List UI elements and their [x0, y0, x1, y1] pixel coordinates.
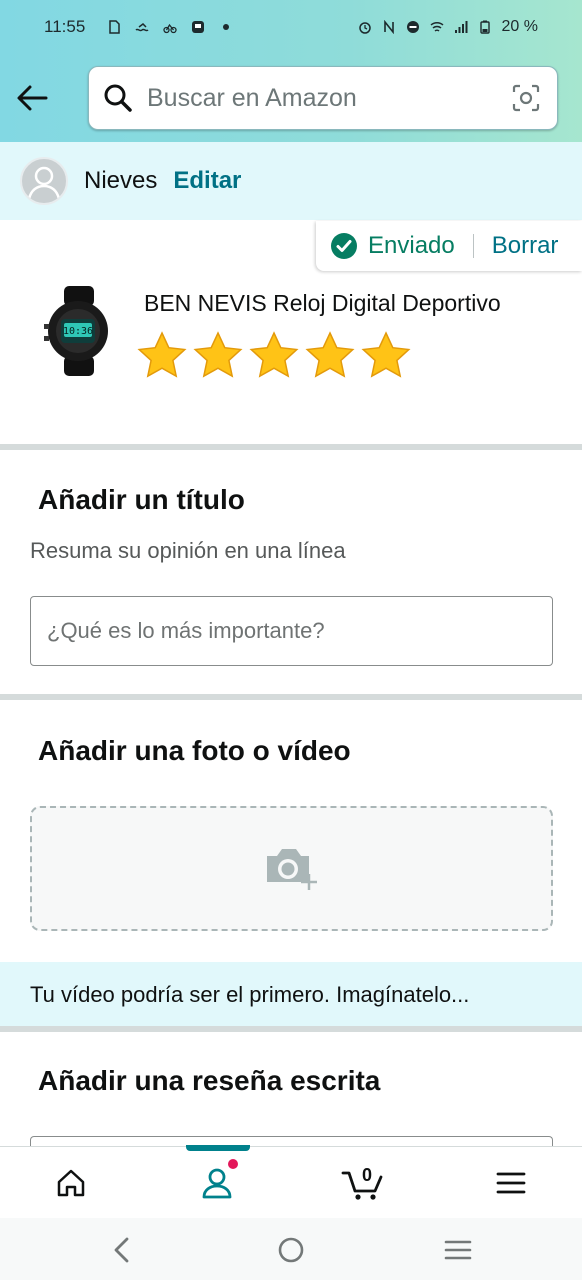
star-rating[interactable] [136, 330, 412, 382]
title-section-subheading: Resuma su opinión en una línea [30, 538, 346, 563]
star-icon[interactable] [360, 330, 412, 382]
system-navigation-bar [0, 1218, 582, 1280]
review-section-heading: Añadir una reseña escrita [38, 1065, 381, 1096]
sim-icon [109, 20, 121, 34]
search-placeholder: Buscar en Amazon [147, 83, 357, 112]
avatar[interactable] [20, 157, 68, 205]
back-button[interactable] [14, 80, 50, 116]
bottom-navigation: 0 [0, 1145, 582, 1219]
svg-text:10:36: 10:36 [63, 326, 93, 337]
battery-icon [479, 20, 490, 34]
signal-icon [454, 21, 468, 33]
back-arrow-icon [17, 85, 48, 111]
dnd-icon [406, 21, 419, 33]
profile-name: Nieves [84, 167, 158, 194]
system-home-icon[interactable] [275, 1234, 307, 1266]
app-icon [192, 21, 205, 33]
search-icon [104, 84, 132, 112]
review-title-placeholder: ¿Qué es lo más importante? [47, 618, 325, 643]
product-summary: 10:36 BEN NEVIS Reloj Digital Deportivo [0, 280, 582, 444]
nfc-icon [383, 20, 394, 34]
nav-profile[interactable] [172, 1147, 262, 1219]
profile-icon [202, 1168, 232, 1199]
divider [472, 234, 474, 258]
check-circle-icon [331, 233, 357, 259]
star-icon[interactable] [248, 330, 300, 382]
sent-status: Enviado [368, 232, 455, 259]
edit-profile-link[interactable]: Editar [173, 167, 241, 195]
search-row: Buscar en Amazon [0, 66, 582, 130]
status-tab: Enviado Borrar [316, 221, 582, 271]
cart-count: 0 [362, 1165, 373, 1185]
camera-search-icon[interactable] [511, 83, 541, 113]
product-title[interactable]: BEN NEVIS Reloj Digital Deportivo [144, 290, 524, 317]
star-icon[interactable] [192, 330, 244, 382]
section-divider [0, 444, 582, 450]
title-section-heading: Añadir un título [38, 484, 245, 515]
battery-level: 20 % [501, 18, 538, 35]
video-tip-text: Tu vídeo podría ser el primero. Imagínat… [30, 982, 470, 1007]
star-icon[interactable] [304, 330, 356, 382]
review-title-input[interactable]: ¿Qué es lo más importante? [30, 596, 553, 666]
menu-icon [496, 1172, 526, 1194]
media-upload-button[interactable] [30, 806, 553, 931]
search-input[interactable]: Buscar en Amazon [88, 66, 558, 130]
profile-band: Nieves Editar [0, 142, 582, 220]
notification-dot [228, 1159, 238, 1169]
home-icon [57, 1169, 85, 1197]
media-section-heading: Añadir una foto o vídeo [38, 735, 351, 766]
swim-icon [135, 23, 149, 32]
wifi-icon [430, 21, 444, 32]
nav-home[interactable] [26, 1147, 116, 1219]
section-divider [0, 694, 582, 700]
video-tip-banner: Tu vídeo podría ser el primero. Imagínat… [0, 962, 582, 1028]
nav-menu[interactable] [466, 1147, 556, 1219]
status-time: 11:55 [44, 17, 86, 36]
star-icon[interactable] [136, 330, 188, 382]
system-back-icon[interactable] [106, 1234, 138, 1266]
user-avatar-icon [27, 166, 61, 200]
dot-icon [223, 24, 230, 30]
add-photo-icon [266, 848, 317, 890]
alarm-icon [358, 22, 371, 34]
section-divider [0, 1026, 582, 1032]
bike-icon [163, 23, 177, 34]
status-bar: 11:55 20 % [0, 0, 582, 54]
delete-button[interactable]: Borrar [492, 232, 559, 260]
product-image: 10:36 [44, 286, 108, 376]
system-recents-icon[interactable] [442, 1234, 474, 1266]
